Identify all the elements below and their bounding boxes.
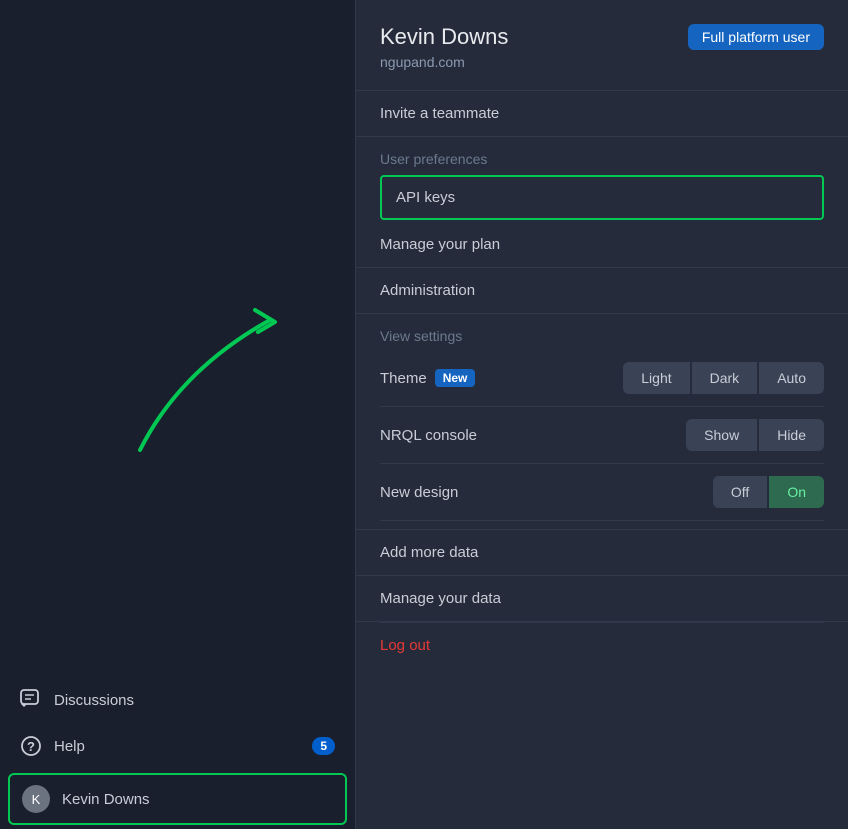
administration-item[interactable]: Administration xyxy=(356,268,848,314)
help-label: Help xyxy=(54,738,85,755)
invite-teammate-item[interactable]: Invite a teammate xyxy=(356,91,848,137)
theme-row: Theme New Light Dark Auto xyxy=(380,350,824,407)
logout-label: Log out xyxy=(380,637,430,654)
avatar: K xyxy=(22,785,50,813)
help-badge: 5 xyxy=(312,737,335,755)
api-keys-item[interactable]: API keys xyxy=(380,175,824,220)
administration-label: Administration xyxy=(380,282,475,299)
discussions-icon xyxy=(20,689,42,711)
theme-button-group: Light Dark Auto xyxy=(623,362,824,394)
nrql-button-group: Show Hide xyxy=(686,419,824,451)
theme-new-badge: New xyxy=(435,369,476,387)
active-user-name: Kevin Downs xyxy=(62,791,150,808)
user-role-badge: Full platform user xyxy=(688,24,824,50)
manage-data-item[interactable]: Manage your data xyxy=(356,576,848,622)
nrql-console-row: NRQL console Show Hide xyxy=(380,407,824,464)
active-user-item[interactable]: K Kevin Downs xyxy=(8,773,347,825)
new-design-button-group: Off On xyxy=(713,476,824,508)
theme-light-button[interactable]: Light xyxy=(623,362,689,394)
user-preferences-label: User preferences xyxy=(356,137,848,173)
api-keys-label: API keys xyxy=(396,189,455,206)
view-settings-section-label: View settings xyxy=(356,314,848,350)
nrql-show-button[interactable]: Show xyxy=(686,419,757,451)
sidebar-item-discussions[interactable]: Discussions xyxy=(0,677,355,723)
sidebar-bottom: Discussions ? Help 5 K Kevin Downs xyxy=(0,677,355,829)
add-data-label: Add more data xyxy=(380,544,478,561)
sidebar: Discussions ? Help 5 K Kevin Downs xyxy=(0,0,355,829)
view-settings-section: Theme New Light Dark Auto NRQL console S… xyxy=(356,350,848,521)
theme-label: Theme New xyxy=(380,369,475,387)
invite-teammate-label: Invite a teammate xyxy=(380,105,499,122)
theme-dark-button[interactable]: Dark xyxy=(692,362,758,394)
logout-item[interactable]: Log out xyxy=(356,623,848,668)
new-design-label: New design xyxy=(380,484,458,501)
theme-auto-button[interactable]: Auto xyxy=(759,362,824,394)
user-email: ngupand.com xyxy=(380,54,508,70)
nrql-hide-button[interactable]: Hide xyxy=(759,419,824,451)
user-name: Kevin Downs xyxy=(380,24,508,50)
new-design-on-button[interactable]: On xyxy=(769,476,824,508)
manage-plan-label: Manage your plan xyxy=(380,236,500,253)
nrql-console-label: NRQL console xyxy=(380,427,477,444)
add-data-item[interactable]: Add more data xyxy=(356,529,848,576)
new-design-off-button[interactable]: Off xyxy=(713,476,767,508)
sidebar-item-help[interactable]: ? Help 5 xyxy=(0,723,355,769)
svg-text:?: ? xyxy=(27,739,35,754)
manage-data-label: Manage your data xyxy=(380,590,501,607)
user-info: Kevin Downs ngupand.com xyxy=(380,24,508,70)
new-design-row: New design Off On xyxy=(380,464,824,521)
help-icon: ? xyxy=(20,735,42,757)
manage-plan-item[interactable]: Manage your plan xyxy=(356,222,848,268)
user-header: Kevin Downs ngupand.com Full platform us… xyxy=(356,0,848,91)
discussions-label: Discussions xyxy=(54,692,134,709)
dropdown-panel: Kevin Downs ngupand.com Full platform us… xyxy=(355,0,848,829)
